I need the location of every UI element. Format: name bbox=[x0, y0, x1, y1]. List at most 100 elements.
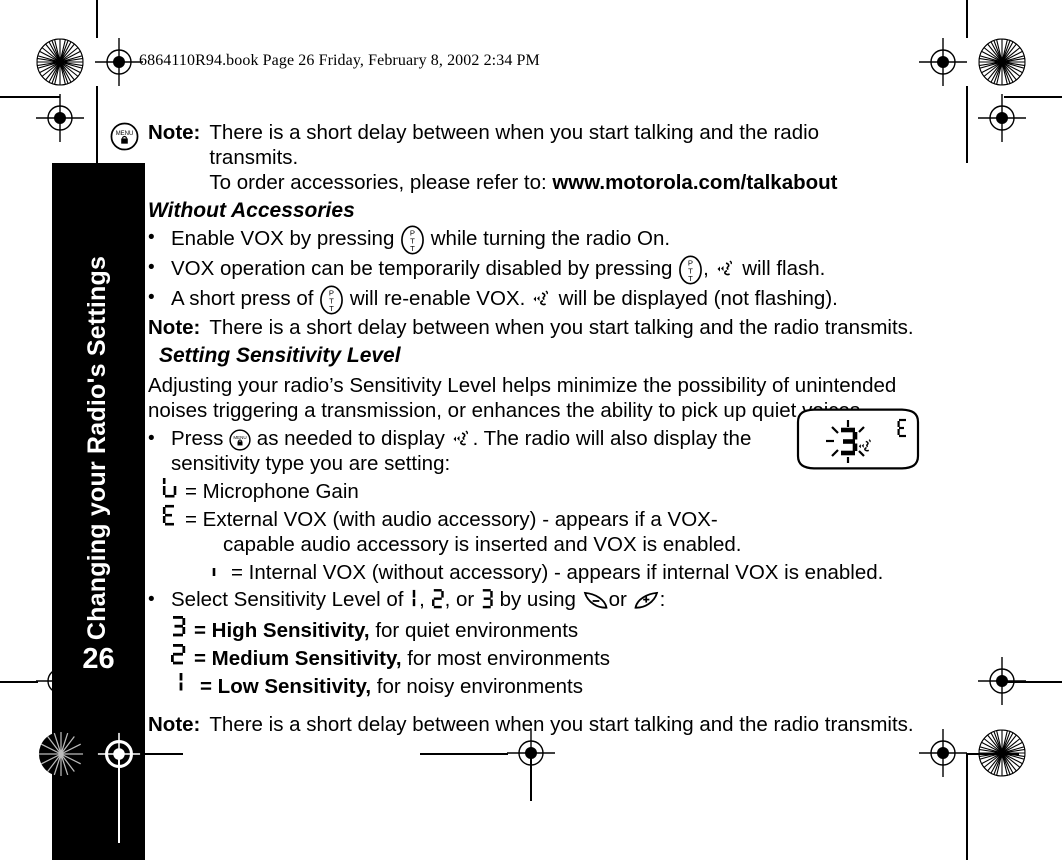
ptt-icon: PTT bbox=[400, 225, 425, 255]
vox-icon bbox=[451, 429, 473, 449]
trim-rule-top-left-vertical bbox=[96, 0, 98, 38]
registration-star-top-right bbox=[978, 38, 1026, 86]
ptt-icon: PTT bbox=[319, 285, 344, 315]
lcd-glyph-1-inline bbox=[409, 588, 419, 615]
level-row-low: = Low Sensitivity, for noisy environment… bbox=[176, 671, 978, 699]
sensitivity-type-continuation: capable audio accessory is inserted and … bbox=[223, 533, 742, 556]
registration-star-top-left bbox=[36, 38, 84, 86]
menu-icon: MENU bbox=[229, 429, 251, 451]
trim-rule-top-right-vertical bbox=[966, 0, 968, 38]
sensitivity-type-row: = Microphone Gain bbox=[162, 476, 978, 504]
bullet1-pre: Enable VOX by pressing bbox=[171, 227, 401, 250]
lcd-glyph-e bbox=[162, 504, 178, 532]
lcd-glyph-i bbox=[209, 557, 219, 585]
lcd-glyph-u bbox=[162, 476, 178, 504]
bullet-text-1: Enable VOX by pressing PTT while turning… bbox=[171, 225, 978, 255]
lcd-glyph-2-inline bbox=[431, 588, 445, 615]
bullet-point: • bbox=[148, 589, 155, 610]
lcd-display-illustration bbox=[794, 408, 922, 470]
svg-text:MENU: MENU bbox=[233, 435, 246, 440]
svg-text:T: T bbox=[688, 274, 693, 283]
bullet-list-select: • Select Sensitivity Level of , , or by … bbox=[148, 587, 978, 615]
bullet2-mid: , bbox=[703, 257, 715, 280]
minus-button-icon bbox=[582, 590, 609, 611]
level-medium-rest: for most environments bbox=[401, 647, 611, 670]
bullet-point: • bbox=[148, 287, 155, 308]
bullet2-pre: VOX operation can be temporarily disable… bbox=[171, 257, 679, 280]
registration-crosshair-top-left bbox=[95, 38, 143, 86]
lcd-glyph-3-inline bbox=[480, 588, 494, 615]
talkabout-url: www.motorola.com/talkabout bbox=[552, 171, 838, 194]
level-medium-bold: = Medium Sensitivity, bbox=[194, 647, 402, 670]
select-sep1: , bbox=[419, 588, 431, 611]
menu-icon: MENU bbox=[110, 122, 139, 151]
press-mid: as needed to display bbox=[251, 427, 451, 450]
list-item: • VOX operation can be temporarily disab… bbox=[148, 255, 978, 285]
sensitivity-type-row: = External VOX (with audio accessory) - … bbox=[162, 504, 978, 532]
bullet-point: • bbox=[148, 227, 155, 248]
registration-crosshair-mid-left bbox=[36, 94, 84, 142]
paragraph-line1: Adjusting your radio’s Sensitivity Level… bbox=[148, 374, 897, 397]
bullet3-pre: A short press of bbox=[171, 287, 320, 310]
press-line2: sensitivity type you are setting: bbox=[171, 452, 451, 475]
list-item: • Enable VOX by pressing PTT while turni… bbox=[148, 225, 978, 255]
level-low-text: = Low Sensitivity, for noisy environment… bbox=[200, 674, 583, 699]
registration-crosshair-top-right bbox=[919, 38, 967, 86]
level-high-rest: for quiet environments bbox=[369, 619, 579, 642]
trim-rule-bottom-left-inverted-vertical bbox=[118, 753, 120, 843]
list-item: • A short press of PTT will re-enable VO… bbox=[148, 285, 978, 315]
note-block-1: MENU Note: There is a short delay betwee… bbox=[110, 120, 978, 195]
trim-rule-bottom-right-horizontal bbox=[967, 753, 1019, 755]
note-label-3: Note: bbox=[148, 713, 201, 736]
chapter-title: Changing your Radio's Settings bbox=[83, 255, 111, 641]
svg-text:T: T bbox=[329, 304, 334, 313]
trim-rule-top-left-horizontal bbox=[0, 96, 60, 98]
trim-rule-bottom-center-horizontal bbox=[420, 753, 508, 755]
page-header-text: 6864110R94.book Page 26 Friday, February… bbox=[139, 52, 540, 69]
press-post: . The radio will also display the bbox=[472, 427, 752, 450]
level-low-bold: = Low Sensitivity, bbox=[200, 675, 372, 698]
page-number: 26 bbox=[82, 643, 115, 675]
note-label-1: Note: bbox=[148, 121, 201, 144]
note-label-2: Note: bbox=[148, 316, 201, 339]
trim-rule-bottom-center-vertical bbox=[530, 753, 532, 801]
bullet-list-without-accessories: • Enable VOX by pressing PTT while turni… bbox=[148, 225, 978, 315]
lcd-glyph-2 bbox=[170, 643, 187, 671]
svg-text:T: T bbox=[410, 244, 415, 253]
bullet3-mid: will re-enable VOX. bbox=[344, 287, 531, 310]
trim-rule-top-right-horizontal bbox=[1004, 96, 1062, 98]
plus-button-icon bbox=[633, 590, 660, 611]
level-low-rest: for noisy environments bbox=[371, 675, 584, 698]
lcd-glyph-3 bbox=[170, 615, 187, 643]
level-medium-text: = Medium Sensitivity, for most environme… bbox=[194, 646, 610, 671]
bullet3-post: will be displayed (not flashing). bbox=[552, 287, 838, 310]
note-block-2: Note: There is a short delay between whe… bbox=[148, 315, 978, 340]
note-text-3: There is a short delay between when you … bbox=[209, 713, 914, 736]
heading-without-accessories: Without Accessories bbox=[148, 199, 355, 222]
note-text-2: There is a short delay between when you … bbox=[209, 316, 914, 339]
trim-rule-bottom-left-horizontal bbox=[145, 753, 183, 755]
bullet-text-2: VOX operation can be temporarily disable… bbox=[171, 255, 978, 285]
registration-crosshair-mid-right bbox=[978, 94, 1026, 142]
select-or: or bbox=[608, 588, 633, 611]
select-post: : bbox=[659, 588, 666, 611]
bullet2-post: will flash. bbox=[736, 257, 826, 280]
bullet-text-3: A short press of PTT will re-enable VOX.… bbox=[171, 285, 978, 315]
select-mid: by using bbox=[493, 588, 582, 611]
paragraph-line2: noises triggering a transmission, or enh… bbox=[148, 399, 866, 422]
sensitivity-type-text-u: = Microphone Gain bbox=[185, 480, 359, 503]
select-sep2: , or bbox=[444, 588, 480, 611]
lcd-glyph-1 bbox=[176, 671, 187, 699]
ptt-icon: PTT bbox=[678, 255, 703, 285]
sensitivity-type-text-e: = External VOX (with audio accessory) - … bbox=[185, 508, 718, 531]
registration-star-bottom-left-inverted bbox=[38, 731, 84, 777]
sensitivity-type-text-i: = Internal VOX (without accessory) - app… bbox=[231, 561, 884, 584]
vox-icon bbox=[715, 259, 737, 279]
trim-rule-right-middle-horizontal bbox=[1004, 681, 1062, 683]
level-row-high: = High Sensitivity, for quiet environmen… bbox=[170, 615, 978, 643]
note1-line3-prefix: To order accessories, please refer to: bbox=[209, 171, 553, 194]
note-text-1: There is a short delay between when you … bbox=[209, 120, 978, 195]
trim-rule-left-middle-horizontal bbox=[0, 681, 38, 683]
bullet1-post: while turning the radio On. bbox=[425, 227, 671, 250]
level-row-medium: = Medium Sensitivity, for most environme… bbox=[170, 643, 978, 671]
